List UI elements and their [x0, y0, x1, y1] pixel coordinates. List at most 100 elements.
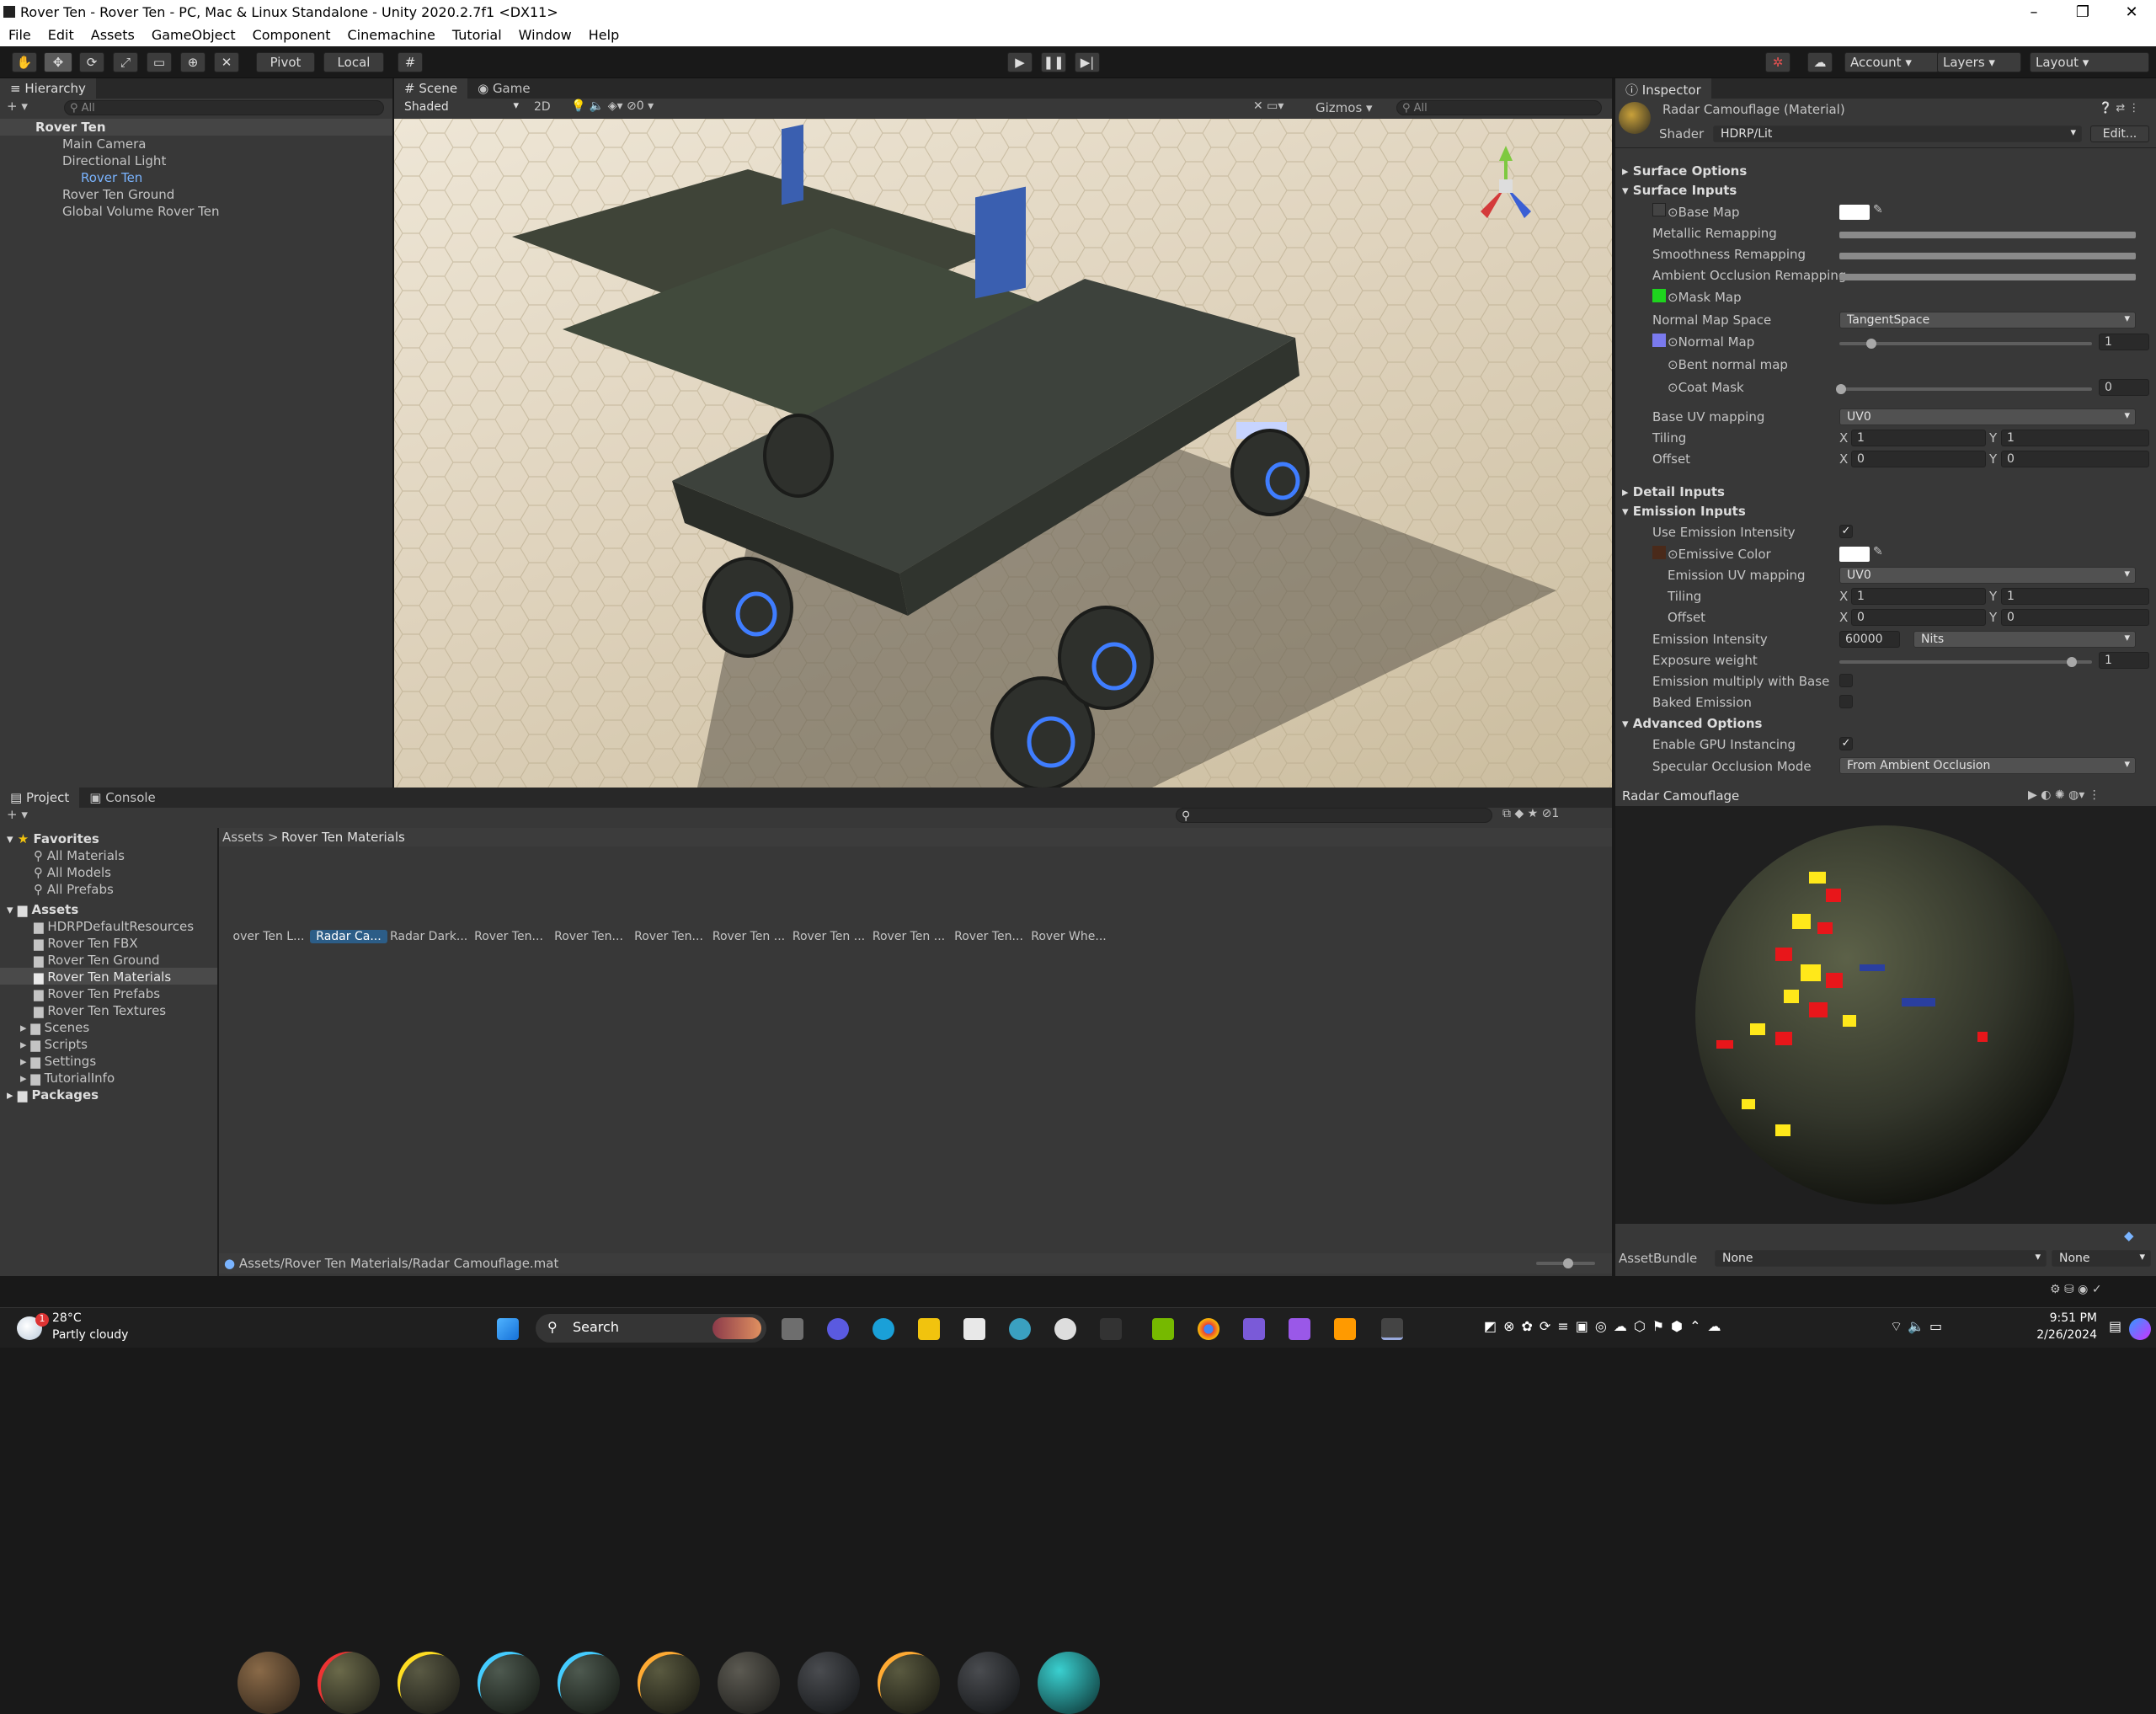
layers-dropdown[interactable]: Layers ▾ — [1937, 52, 2021, 72]
fav-all-materials[interactable]: ⚲ All Materials — [34, 848, 125, 863]
coat-mask-field[interactable]: 0 — [2099, 379, 2149, 396]
shield-app-icon[interactable] — [1100, 1318, 1122, 1340]
folder-materials[interactable]: ▆ Rover Ten Materials — [34, 969, 171, 985]
material-label-3[interactable]: Rover Ten... — [470, 930, 547, 943]
material-thumb-4[interactable] — [558, 1652, 620, 1714]
material-label-2[interactable]: Radar Dark... — [390, 930, 467, 943]
move-tool-icon[interactable]: ✥ — [44, 52, 72, 72]
project-search-input[interactable]: ⚲ — [1176, 808, 1492, 823]
account-dropdown[interactable]: Account ▾ — [1844, 52, 1939, 72]
unity-taskbar-icon[interactable] — [1381, 1318, 1403, 1340]
coat-mask-slider[interactable] — [1839, 387, 2092, 391]
material-thumb-6[interactable] — [718, 1652, 780, 1714]
exposure-field[interactable]: 1 — [2099, 652, 2149, 669]
surface-inputs-header[interactable]: ▾ Surface Inputs — [1622, 183, 1737, 198]
smoothness-range-slider[interactable] — [1839, 253, 2136, 259]
copilot-icon[interactable] — [2129, 1318, 2151, 1340]
close-button[interactable]: ✕ — [2107, 3, 2156, 21]
base-map-color-swatch[interactable] — [1839, 205, 1870, 220]
tools-icon[interactable]: ✕ ▭▾ — [1253, 99, 1283, 113]
scene-search-input[interactable]: ⚲ All — [1396, 100, 1602, 115]
material-label-7[interactable]: Rover Ten ... — [790, 930, 867, 943]
surface-options-header[interactable]: ▸ Surface Options — [1622, 163, 1747, 179]
material-thumb-0[interactable] — [237, 1652, 300, 1714]
grid-snap-icon[interactable]: # — [398, 52, 423, 72]
emissive-texture-slot[interactable] — [1652, 546, 1666, 559]
folder-scenes[interactable]: ▸ ▆ Scenes — [20, 1020, 89, 1035]
normal-map-texture-slot[interactable] — [1652, 334, 1666, 347]
fav-all-prefabs[interactable]: ⚲ All Prefabs — [34, 882, 114, 897]
shading-dropdown[interactable]: Shaded — [398, 99, 524, 116]
material-label-5[interactable]: Rover Ten... — [630, 930, 707, 943]
transform-tool-icon[interactable]: ⊕ — [180, 52, 205, 72]
hierarchy-item-directional-light[interactable]: Directional Light — [62, 153, 166, 168]
normal-scale-slider[interactable] — [1839, 342, 2092, 345]
2d-toggle[interactable]: 2D — [534, 100, 551, 114]
folder-textures[interactable]: ▆ Rover Ten Textures — [34, 1003, 166, 1018]
menu-gameobject[interactable]: GameObject — [152, 27, 236, 43]
help-icon[interactable]: ❔ ⇄ ⋮ — [2099, 102, 2139, 115]
minimize-button[interactable]: – — [2009, 3, 2058, 21]
folder-hdrp[interactable]: ▆ HDRPDefaultResources — [34, 919, 194, 934]
normal-scale-field[interactable]: 1 — [2099, 334, 2149, 350]
material-label-0[interactable]: over Ten L... — [230, 930, 307, 943]
emissive-eyedropper-icon[interactable]: ✎ — [1873, 545, 1883, 558]
windows-start-icon[interactable] — [497, 1318, 519, 1340]
tab-console[interactable]: ▣ Console — [79, 788, 166, 808]
scene-view-toggles[interactable]: 💡 🔈 ◈▾ ⊘0 ▾ — [571, 99, 654, 113]
scene-viewport[interactable] — [394, 119, 1612, 788]
app-icon-1[interactable] — [1243, 1318, 1265, 1340]
custom-tool-icon[interactable]: ✕ — [214, 52, 239, 72]
tiling-x-field[interactable]: 1 — [1851, 430, 1986, 446]
folder-prefabs[interactable]: ▆ Rover Ten Prefabs — [34, 986, 160, 1001]
material-label-9[interactable]: Rover Ten... — [950, 930, 1027, 943]
tiling-y-field[interactable]: 1 — [2001, 430, 2149, 446]
layout-dropdown[interactable]: Layout ▾ — [2030, 52, 2149, 72]
specular-dropdown[interactable]: From Ambient Occlusion — [1839, 757, 2136, 774]
exposure-slider[interactable] — [1839, 660, 2092, 664]
material-label-1[interactable]: Radar Ca... — [310, 930, 387, 943]
fav-all-models[interactable]: ⚲ All Models — [34, 865, 111, 880]
task-view-icon[interactable] — [782, 1318, 803, 1340]
folder-scripts[interactable]: ▸ ▆ Scripts — [20, 1037, 88, 1052]
create-button[interactable]: + ▾ — [7, 99, 28, 114]
chrome-icon[interactable] — [1198, 1318, 1219, 1340]
hierarchy-item-global-volume[interactable]: Global Volume Rover Ten — [62, 204, 220, 219]
tab-scene[interactable]: # Scene — [394, 78, 468, 99]
cloud-icon[interactable]: ☁ — [1807, 52, 1833, 72]
alienware-icon[interactable] — [1054, 1318, 1076, 1340]
store-icon[interactable] — [963, 1318, 985, 1340]
advanced-options-header[interactable]: ▾ Advanced Options — [1622, 716, 1762, 731]
folder-tutorialinfo[interactable]: ▸ ▆ TutorialInfo — [20, 1071, 115, 1086]
clipchamp-icon[interactable] — [1289, 1318, 1310, 1340]
pause-button[interactable]: ❚❚ — [1041, 52, 1066, 72]
taskbar-time[interactable]: 9:51 PM — [2021, 1311, 2097, 1325]
material-label-6[interactable]: Rover Ten ... — [710, 930, 787, 943]
assets-node[interactable]: ▾ ▆ Assets — [7, 902, 78, 917]
weather-temp[interactable]: 28°C — [52, 1311, 82, 1325]
label-icon[interactable]: ◆ — [2124, 1228, 2134, 1243]
folder-settings[interactable]: ▸ ▆ Settings — [20, 1054, 96, 1069]
emission-uv-dropdown[interactable]: UV0 — [1839, 567, 2136, 584]
ao-range-slider[interactable] — [1839, 274, 2136, 280]
normal-scale-knob[interactable] — [1866, 339, 1876, 349]
menu-assets[interactable]: Assets — [91, 27, 135, 43]
base-map-texture-slot[interactable] — [1652, 203, 1666, 216]
emission-offset-x-field[interactable]: 0 — [1851, 609, 1986, 626]
material-thumb-9[interactable] — [958, 1652, 1020, 1714]
hierarchy-search-input[interactable]: ⚲ All — [64, 100, 384, 115]
use-emission-checkbox[interactable]: ✓ — [1839, 525, 1853, 538]
eyedropper-icon[interactable]: ✎ — [1873, 203, 1883, 216]
network-volume-battery-icons[interactable]: ⌔🔈▭ — [1890, 1318, 1947, 1335]
material-thumb-3[interactable] — [478, 1652, 540, 1714]
menu-component[interactable]: Component — [253, 27, 331, 43]
breadcrumb-materials[interactable]: Rover Ten Materials — [281, 830, 405, 845]
preview-play-icon[interactable]: ▶ ◐ ✺ ◍▾ ⋮ — [2028, 788, 2100, 802]
status-icons[interactable]: ⚙ ⛁ ◉ ✓ — [2050, 1283, 2102, 1296]
sublime-icon[interactable] — [1334, 1318, 1356, 1340]
tab-game[interactable]: ◉ Game — [467, 78, 541, 99]
menu-file[interactable]: File — [8, 27, 31, 43]
offset-y-field[interactable]: 0 — [2001, 451, 2149, 467]
emission-unit-dropdown[interactable]: Nits — [1913, 631, 2136, 648]
file-explorer-icon[interactable] — [918, 1318, 940, 1340]
